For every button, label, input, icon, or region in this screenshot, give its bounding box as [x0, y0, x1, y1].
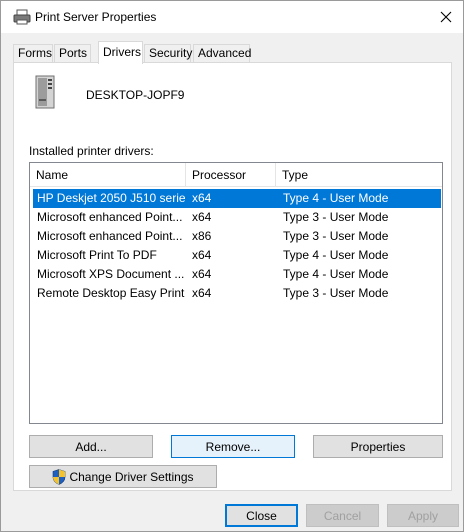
driver-processor: x64 [192, 267, 212, 281]
driver-type: Type 3 - User Mode [283, 229, 389, 243]
driver-properties-button[interactable]: Properties [313, 435, 443, 458]
driver-processor: x64 [192, 248, 212, 262]
driver-name: Microsoft Print To PDF [37, 248, 157, 262]
driver-row[interactable]: Microsoft enhanced Point... x86 Type 3 -… [33, 227, 441, 246]
installed-drivers-label: Installed printer drivers: [29, 144, 154, 158]
tab-drivers[interactable]: Drivers [98, 41, 143, 64]
drivers-list[interactable]: Name Processor Type HP Deskjet 2050 J510… [29, 162, 443, 424]
driver-row[interactable]: HP Deskjet 2050 J510 serie... x64 Type 4… [33, 189, 441, 208]
close-icon [440, 11, 452, 23]
driver-type: Type 4 - User Mode [283, 267, 389, 281]
driver-row[interactable]: Remote Desktop Easy Print x64 Type 3 - U… [33, 284, 441, 303]
tab-advanced[interactable]: Advanced [193, 44, 251, 63]
remove-driver-button[interactable]: Remove... [171, 435, 295, 458]
cancel-button[interactable]: Cancel [306, 504, 379, 527]
driver-processor: x86 [192, 229, 212, 243]
driver-row[interactable]: Microsoft XPS Document ... x64 Type 4 - … [33, 265, 441, 284]
printer-icon [13, 9, 31, 25]
close-window-button[interactable] [429, 1, 463, 33]
list-header: Name Processor Type [30, 163, 442, 187]
column-header-processor[interactable]: Processor [186, 163, 276, 187]
print-server-properties-dialog: Print Server Properties Forms Ports Driv… [0, 0, 464, 532]
driver-processor: x64 [192, 210, 212, 224]
driver-type: Type 3 - User Mode [283, 286, 389, 300]
change-driver-settings-button[interactable]: Change Driver Settings [29, 465, 217, 488]
title-bar: Print Server Properties [1, 1, 463, 33]
server-name: DESKTOP-JOPF9 [86, 88, 185, 102]
driver-name: Microsoft enhanced Point... [37, 229, 183, 243]
driver-name: Microsoft XPS Document ... [37, 267, 185, 281]
column-header-type[interactable]: Type [276, 163, 442, 187]
apply-button[interactable]: Apply [387, 504, 459, 527]
driver-processor: x64 [192, 191, 212, 205]
uac-shield-icon [53, 468, 66, 485]
close-button[interactable]: Close [225, 504, 298, 527]
column-header-name[interactable]: Name [30, 163, 186, 187]
driver-row[interactable]: Microsoft Print To PDF x64 Type 4 - User… [33, 246, 441, 265]
tab-security[interactable]: Security [144, 44, 192, 63]
driver-processor: x64 [192, 286, 212, 300]
tab-ports[interactable]: Ports [54, 44, 91, 63]
driver-name: HP Deskjet 2050 J510 serie... [37, 191, 185, 205]
driver-name: Remote Desktop Easy Print [37, 286, 185, 300]
server-tower-icon [35, 75, 55, 109]
tab-forms[interactable]: Forms [13, 44, 53, 63]
drivers-tab-panel: DESKTOP-JOPF9 Installed printer drivers:… [13, 62, 452, 491]
window-title: Print Server Properties [35, 10, 157, 24]
driver-type: Type 4 - User Mode [283, 248, 389, 262]
add-driver-button[interactable]: Add... [29, 435, 153, 458]
driver-name: Microsoft enhanced Point... [37, 210, 183, 224]
driver-row[interactable]: Microsoft enhanced Point... x64 Type 3 -… [33, 208, 441, 227]
driver-type: Type 4 - User Mode [283, 191, 389, 205]
driver-type: Type 3 - User Mode [283, 210, 389, 224]
